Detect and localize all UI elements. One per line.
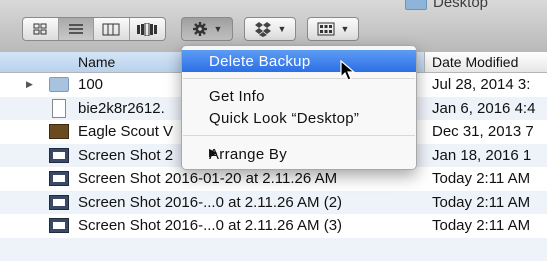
file-date: Today 2:11 AM — [432, 170, 531, 187]
name-column-label: Name — [78, 54, 116, 70]
menu-separator — [183, 78, 415, 79]
file-date: Jan 6, 2016 4:4 — [432, 99, 536, 117]
action-menu-button[interactable]: ▼ — [181, 17, 233, 41]
coverflow-icon — [137, 22, 158, 36]
dropbox-button[interactable]: ▼ — [244, 17, 296, 41]
menu-item-delete-backup[interactable]: Delete Backup — [182, 50, 416, 72]
list-view-button[interactable] — [58, 18, 94, 40]
menu-item-get-info[interactable]: Get Info — [182, 85, 416, 107]
file-name: Screen Shot 2 — [78, 146, 174, 164]
view-switcher — [22, 17, 166, 41]
arrange-button[interactable]: ▼ — [307, 17, 359, 41]
list-item[interactable]: Screen Shot 2016-...0 at 2.11.26 AM (2) … — [0, 190, 547, 214]
file-date: Jul 28, 2014 3: — [432, 76, 531, 93]
folder-icon — [49, 77, 69, 92]
file-date: Jan 18, 2016 1 — [432, 146, 532, 164]
folder-icon — [405, 0, 427, 10]
movie-icon — [49, 124, 69, 139]
chevron-down-icon: ▼ — [277, 24, 287, 34]
coverflow-view-button[interactable] — [130, 18, 165, 40]
menu-item-label: Get Info — [209, 88, 265, 105]
disclosure-triangle-icon[interactable]: ▶ — [26, 79, 33, 90]
screenshot-icon — [49, 218, 69, 233]
column-view-button[interactable] — [94, 18, 130, 40]
file-name: 100 — [78, 76, 104, 93]
list-item[interactable]: Screen Shot 2016-...0 at 2.11.26 AM (3) … — [0, 214, 547, 238]
file-name: Eagle Scout V — [78, 123, 174, 140]
file-name: Screen Shot 2016-...0 at 2.11.26 AM (2) — [78, 193, 343, 211]
file-date: Dec 31, 2013 7 — [432, 123, 534, 140]
list-item[interactable]: Screen Shot 2016-01-20 at 2.11.26 AM Tod… — [0, 167, 547, 191]
list-icon — [68, 24, 83, 34]
action-context-menu: Delete Backup Get Info Quick Look “Deskt… — [181, 45, 417, 170]
document-icon — [52, 98, 66, 118]
window-title: Desktop — [405, 0, 489, 11]
menu-item-quick-look[interactable]: Quick Look “Desktop” — [182, 107, 416, 129]
icon-view-button[interactable] — [23, 18, 59, 40]
file-name: Screen Shot 2016-01-20 at 2.11.26 AM — [78, 170, 338, 187]
chevron-down-icon: ▼ — [340, 24, 350, 34]
screenshot-icon — [49, 194, 69, 210]
grid-icon — [33, 23, 47, 35]
dropbox-icon — [254, 22, 271, 37]
menu-item-label: Quick Look “Desktop” — [209, 110, 360, 127]
file-name: bie2k8r2612. — [78, 99, 165, 117]
window-title-text: Desktop — [433, 0, 489, 11]
file-date: Today 2:11 AM — [432, 193, 531, 211]
screenshot-icon — [49, 147, 69, 163]
gear-icon — [192, 22, 207, 36]
screenshot-icon — [49, 171, 69, 186]
menu-item-label: Delete Backup — [209, 53, 311, 70]
chevron-down-icon: ▼ — [213, 24, 223, 34]
menu-separator — [183, 135, 415, 136]
submenu-arrow-icon: ▶ — [209, 147, 218, 159]
arrange-grid-icon — [317, 22, 335, 36]
list-item — [0, 237, 547, 261]
file-name: Screen Shot 2016-...0 at 2.11.26 AM (3) — [78, 217, 343, 234]
menu-item-arrange-by[interactable]: Arrange By ▶ — [182, 143, 416, 165]
mouse-cursor-icon — [340, 60, 356, 81]
columns-icon — [102, 23, 120, 35]
file-date: Today 2:11 AM — [432, 217, 531, 234]
date-column-header[interactable]: Date Modified — [432, 54, 518, 70]
